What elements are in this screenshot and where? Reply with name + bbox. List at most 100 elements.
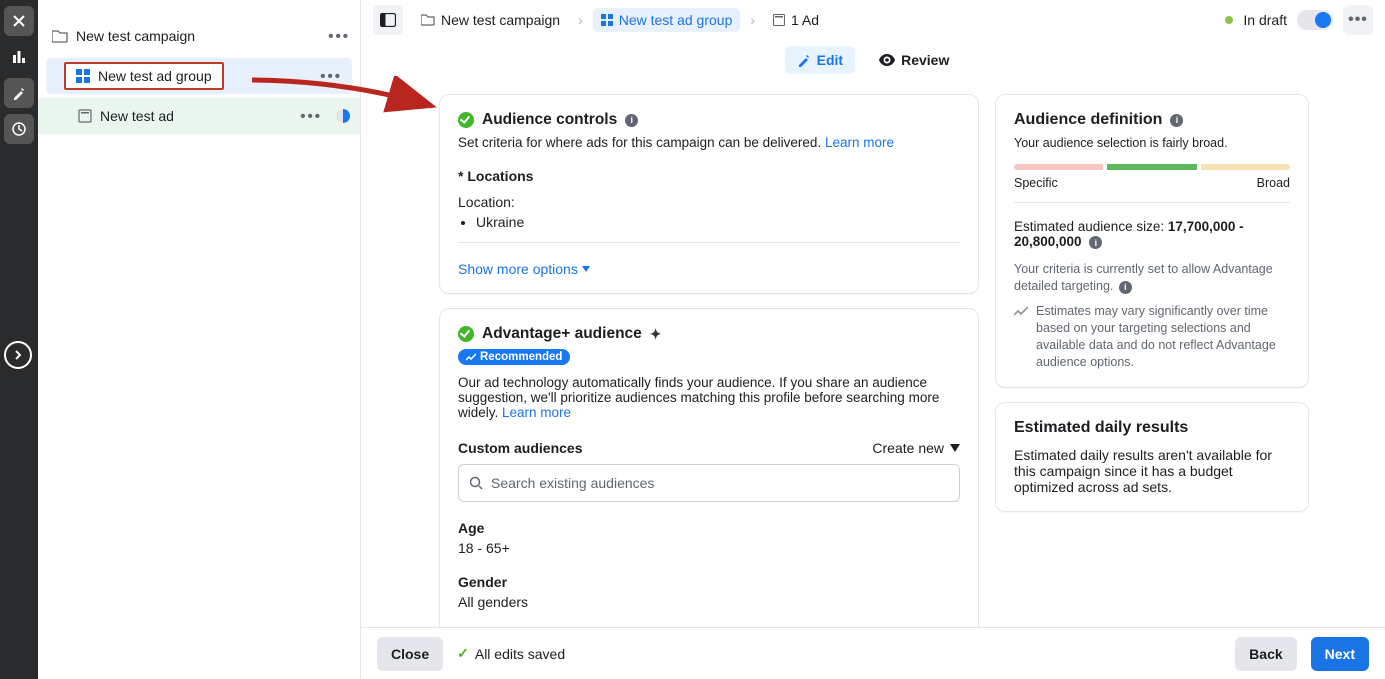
trend-icon — [1014, 305, 1028, 371]
tree-campaign-label: New test campaign — [76, 28, 195, 44]
page-icon — [78, 109, 92, 123]
custom-audiences-label: Custom audiences — [458, 440, 582, 456]
tab-review-label: Review — [901, 52, 949, 68]
advantage-audience-card: Advantage+ audience ✦ Recommended Our ad… — [439, 308, 979, 653]
folder-icon — [52, 29, 68, 43]
estimated-daily-results-card: Estimated daily results Estimated daily … — [995, 402, 1309, 512]
divider — [1014, 202, 1290, 203]
eye-icon — [879, 54, 895, 66]
audience-controls-card: Audience controls i Set criteria for whe… — [439, 94, 979, 294]
check-circle-icon — [458, 112, 474, 128]
clock-icon[interactable] — [4, 114, 34, 144]
location-label: Location: — [458, 194, 960, 210]
trend-icon — [466, 352, 476, 362]
gender-label: Gender — [458, 574, 960, 590]
close-button[interactable]: Close — [377, 637, 443, 671]
options-icon[interactable]: ••• — [300, 108, 322, 125]
tree-adgroup-label: New test ad group — [98, 68, 212, 84]
learn-more-link[interactable]: Learn more — [502, 405, 571, 420]
draft-status: In draft — [1243, 12, 1287, 28]
show-more-options-link[interactable]: Show more options — [458, 261, 590, 277]
chevron-right-icon: › — [750, 12, 755, 28]
audience-definition-title: Audience definition — [1014, 111, 1162, 129]
info-icon[interactable]: i — [625, 114, 638, 127]
gauge-broad-label: Broad — [1257, 176, 1290, 190]
estimate-disclaimer: Estimates may vary significantly over ti… — [1036, 303, 1290, 371]
save-status: ✓ All edits saved — [457, 645, 565, 662]
chart-bar-icon[interactable] — [4, 42, 34, 72]
breadcrumb-ad-label: 1 Ad — [791, 12, 819, 28]
location-value: Ukraine — [476, 214, 960, 230]
create-new-label: Create new — [872, 440, 944, 456]
daily-results-title: Estimated daily results — [1014, 419, 1290, 437]
global-nav-rail — [0, 0, 38, 679]
grid-icon — [601, 14, 613, 26]
close-icon[interactable] — [4, 6, 34, 36]
tree-item-adgroup[interactable]: New test ad group ••• — [46, 58, 352, 94]
tree-item-ad[interactable]: New test ad ••• — [38, 98, 360, 134]
daily-results-body: Estimated daily results aren't available… — [1014, 447, 1290, 495]
tab-edit-label: Edit — [817, 52, 843, 68]
options-icon[interactable]: ••• — [328, 28, 350, 45]
learn-more-link[interactable]: Learn more — [825, 135, 894, 150]
pencil-icon[interactable] — [4, 78, 34, 108]
grid-icon — [76, 69, 90, 83]
more-options-button[interactable]: ••• — [1343, 5, 1373, 35]
advantage-title: Advantage+ audience — [482, 325, 642, 343]
tree-item-campaign[interactable]: New test campaign ••• — [38, 18, 360, 54]
check-icon: ✓ — [457, 645, 469, 662]
create-new-button[interactable]: Create new — [872, 440, 960, 456]
search-icon — [469, 476, 483, 490]
progress-indicator-icon — [336, 109, 350, 123]
back-button[interactable]: Back — [1235, 637, 1296, 671]
breadcrumb-adgroup[interactable]: New test ad group — [593, 8, 741, 32]
search-audiences-input[interactable] — [458, 464, 960, 502]
caret-down-icon — [950, 444, 960, 452]
age-label: Age — [458, 520, 960, 536]
tab-edit[interactable]: Edit — [785, 46, 855, 74]
info-icon[interactable]: i — [1089, 236, 1102, 249]
expand-rail-icon[interactable] — [4, 341, 32, 369]
page-icon — [773, 14, 785, 26]
breadcrumb-campaign[interactable]: New test campaign — [413, 8, 568, 32]
targeting-note: Your criteria is currently set to allow … — [1014, 262, 1273, 293]
gender-value: All genders — [458, 594, 960, 610]
divider — [458, 242, 960, 243]
main-panel: New test campaign › New test ad group › … — [361, 0, 1385, 679]
options-icon[interactable]: ••• — [320, 68, 342, 85]
mode-tabs: Edit Review — [361, 40, 1385, 80]
top-bar: New test campaign › New test ad group › … — [361, 0, 1385, 40]
tab-review[interactable]: Review — [867, 46, 961, 74]
est-size-label: Estimated audience size: — [1014, 219, 1164, 234]
audience-controls-desc: Set criteria for where ads for this camp… — [458, 135, 825, 150]
recommended-label: Recommended — [480, 351, 562, 363]
next-button[interactable]: Next — [1311, 637, 1369, 671]
caret-down-icon — [582, 266, 590, 272]
chevron-right-icon: › — [578, 12, 583, 28]
audience-summary: Your audience selection is fairly broad. — [1014, 135, 1290, 152]
campaign-tree: New test campaign ••• New test ad group … — [38, 0, 361, 679]
show-more-label: Show more options — [458, 261, 578, 277]
tree-ad-label: New test ad — [100, 108, 174, 124]
footer-bar: Close ✓ All edits saved Back Next — [361, 627, 1385, 679]
folder-icon — [421, 14, 435, 26]
sparkle-icon: ✦ — [650, 326, 662, 343]
recommended-badge: Recommended — [458, 349, 570, 365]
locations-label: * Locations — [458, 168, 960, 184]
info-icon[interactable]: i — [1119, 281, 1132, 294]
audience-gauge — [1014, 164, 1290, 170]
age-value: 18 - 65+ — [458, 540, 960, 556]
audience-definition-card: Audience definition i Your audience sele… — [995, 94, 1309, 388]
status-dot-icon — [1225, 16, 1233, 24]
check-circle-icon — [458, 326, 474, 342]
breadcrumb-ad[interactable]: 1 Ad — [765, 8, 827, 32]
search-audiences-field[interactable] — [491, 475, 949, 491]
breadcrumb-adgroup-label: New test ad group — [619, 12, 733, 28]
panel-toggle-icon[interactable] — [373, 5, 403, 35]
info-icon[interactable]: i — [1170, 114, 1183, 127]
audience-controls-title: Audience controls — [482, 111, 617, 129]
breadcrumb-campaign-label: New test campaign — [441, 12, 560, 28]
publish-toggle[interactable] — [1297, 10, 1333, 30]
gauge-specific-label: Specific — [1014, 176, 1058, 190]
save-status-label: All edits saved — [475, 646, 565, 662]
